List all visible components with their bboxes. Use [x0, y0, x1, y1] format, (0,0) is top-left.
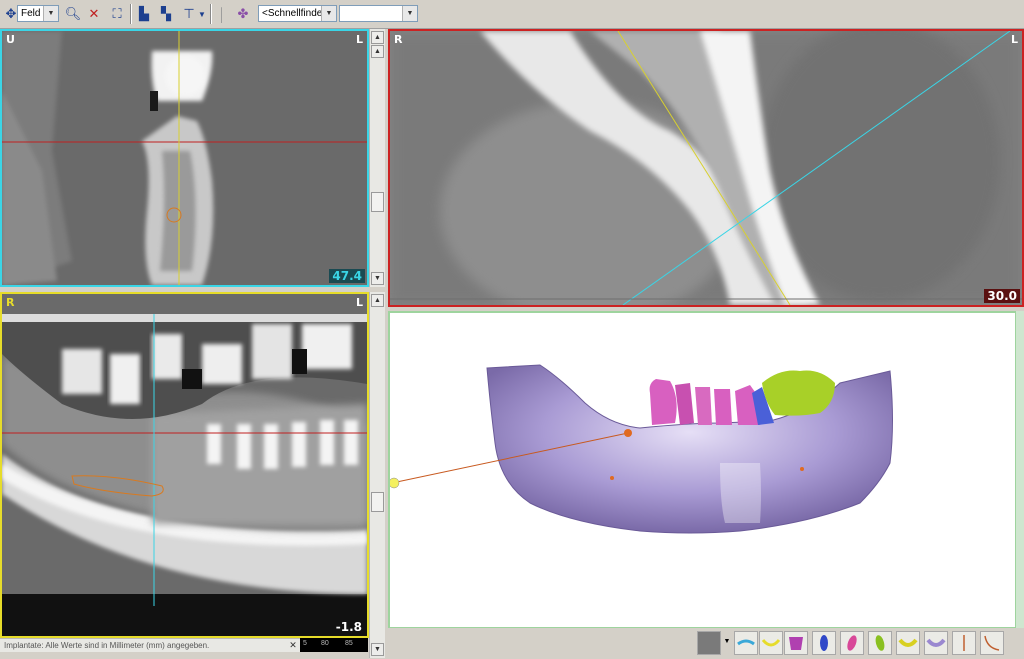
- main-toolbar: ✥ Feld ▼ 🔍︎ ✕ ⛶ ▙ ▚ ⊤ ▼ │ ✤ <Schnellfind…: [0, 0, 1024, 29]
- teeth-icon[interactable]: [784, 631, 808, 655]
- panoramic-image: [2, 294, 367, 636]
- orientation-label-left: R: [6, 296, 15, 309]
- tooth-blue-icon[interactable]: [812, 631, 836, 655]
- close-icon[interactable]: ✕: [288, 640, 298, 650]
- fit-icon[interactable]: ⛶: [107, 4, 127, 24]
- scroll-thumb[interactable]: [371, 492, 384, 512]
- detail-image: [390, 31, 1022, 305]
- secondary-select[interactable]: ▼: [339, 5, 418, 22]
- orientation-label-right: L: [1010, 33, 1018, 46]
- scroll-up-icon[interactable]: ▲: [371, 31, 384, 44]
- model-3d-scrollbar[interactable]: [1015, 311, 1024, 629]
- jaw-model-render: [390, 364, 893, 534]
- tooth-green-icon[interactable]: [868, 631, 892, 655]
- nerve-icon[interactable]: [734, 631, 758, 655]
- zoom-reset-icon[interactable]: ✕: [84, 4, 104, 24]
- ruler-tick-label: 80: [321, 640, 329, 647]
- scroll-thumb[interactable]: [371, 192, 384, 212]
- orientation-label-left: U: [6, 33, 15, 46]
- canal-icon[interactable]: [952, 631, 976, 655]
- orientation-label-right: L: [355, 296, 363, 309]
- status-bar: Implantate: Alle Werte sind in Millimete…: [0, 638, 300, 652]
- implant-icon[interactable]: ⊤: [179, 4, 199, 24]
- panoramic-scrollbar[interactable]: ▲ ▼: [369, 292, 385, 658]
- object-toolbar: ▼: [388, 628, 1024, 658]
- jaw-yellow-icon[interactable]: [896, 631, 920, 655]
- mode-select-value: Feld: [21, 8, 41, 19]
- implant-dropdown-icon[interactable]: ▼: [197, 4, 207, 24]
- cross-section-view[interactable]: U L 47.4: [0, 29, 369, 287]
- chevron-down-icon: ▼: [321, 6, 336, 21]
- slice-position-readout: 47.4: [329, 269, 365, 283]
- navigator-icon[interactable]: ✤: [233, 4, 253, 24]
- quick-finder-select[interactable]: <Schnellfinder> ▼: [258, 5, 337, 22]
- scroll-down-icon[interactable]: ▼: [371, 272, 384, 285]
- measure-icon[interactable]: ▚: [156, 4, 176, 24]
- cross-section-image: [2, 31, 367, 285]
- detail-view[interactable]: R L 30.0: [388, 29, 1024, 307]
- scroll-up-icon[interactable]: ▲: [371, 294, 384, 307]
- canal-curve-icon[interactable]: [980, 631, 1004, 655]
- scroll-down-icon[interactable]: ▼: [371, 643, 384, 656]
- slice-position-readout: 30.0: [984, 289, 1020, 303]
- measurement-ruler: 5 80 85: [300, 638, 368, 652]
- ruler-tick-label: 5: [303, 640, 307, 647]
- chevron-down-icon[interactable]: ▼: [722, 631, 732, 655]
- chevron-down-icon: ▼: [402, 6, 417, 21]
- layout-icon[interactable]: ▙: [134, 4, 154, 24]
- tooth-pink-icon[interactable]: [840, 631, 864, 655]
- orientation-label-right: L: [355, 33, 363, 46]
- slice-icon[interactable]: │: [212, 4, 232, 24]
- head-icon[interactable]: [697, 631, 721, 655]
- cross-section-scrollbar[interactable]: ▲ ▲ ▼: [369, 29, 385, 287]
- mode-select[interactable]: Feld ▼: [17, 5, 59, 22]
- toolbar-divider: [130, 4, 132, 24]
- chevron-down-icon: ▼: [43, 6, 58, 21]
- model-3d-view[interactable]: [388, 311, 1024, 629]
- status-message: Implantate: Alle Werte sind in Millimete…: [4, 641, 210, 650]
- panoramic-view[interactable]: R L -1.8: [0, 292, 369, 638]
- jaw-purple-icon[interactable]: [924, 631, 948, 655]
- slice-position-readout: -1.8: [335, 620, 362, 634]
- jaw-icon[interactable]: [759, 631, 783, 655]
- ruler-tick-label: 85: [345, 640, 353, 647]
- scroll-up-icon[interactable]: ▲: [371, 45, 384, 58]
- orientation-label-left: R: [394, 33, 403, 46]
- zoom-icon[interactable]: 🔍︎: [63, 4, 83, 24]
